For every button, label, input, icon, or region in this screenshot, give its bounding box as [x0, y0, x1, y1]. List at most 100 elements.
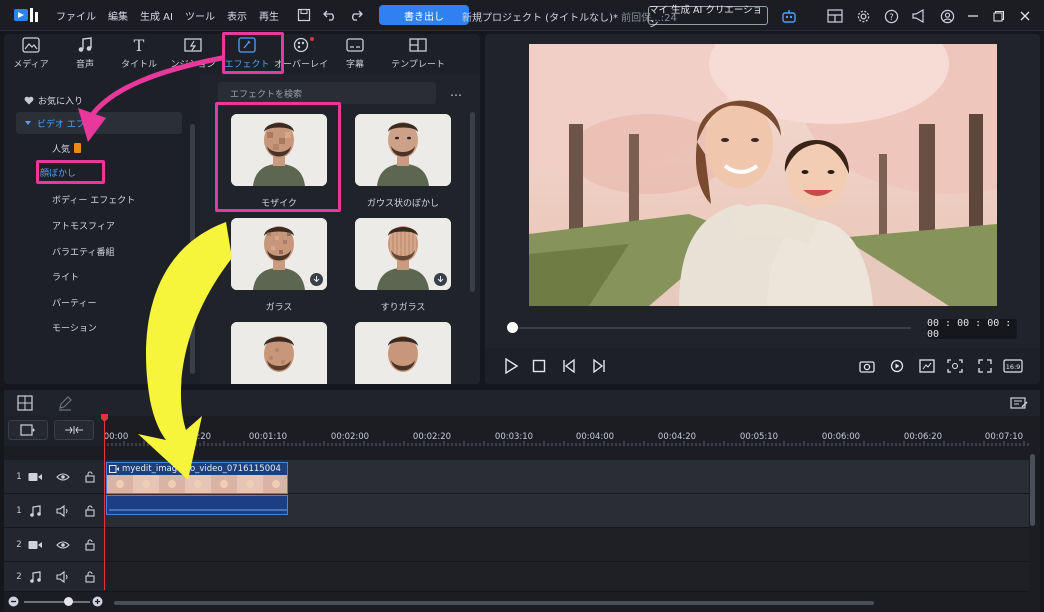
close-icon[interactable] — [1012, 3, 1038, 29]
download-icon[interactable] — [434, 273, 447, 286]
effects-search-input[interactable]: エフェクトを検索 — [218, 82, 436, 104]
previous-frame-icon[interactable] — [557, 354, 581, 378]
save-icon[interactable] — [291, 2, 317, 28]
category-body-effects-label: ボディー エフェクト — [52, 195, 136, 206]
ai-creation-button[interactable]: マイ 生成 AI クリエーション — [648, 5, 768, 30]
timeline-horizontal-scrollbar[interactable] — [114, 601, 874, 605]
fit-timeline-button[interactable] — [54, 420, 94, 440]
fullscreen-icon[interactable] — [973, 354, 997, 378]
category-body-effects[interactable]: ボディー エフェクト — [52, 188, 182, 210]
lock-icon[interactable] — [77, 534, 104, 556]
effect-frosted-glass[interactable]: すりガラス — [348, 218, 458, 313]
aspect-ratio-icon[interactable]: 16:9 — [1001, 354, 1025, 378]
account-icon[interactable] — [933, 3, 961, 29]
export-button[interactable]: 書き出し — [378, 5, 469, 25]
video-clip[interactable]: myedit_image_to_video_0716115004 — [106, 462, 288, 494]
effects-scrollbar[interactable] — [470, 112, 475, 292]
speaker-icon[interactable] — [49, 566, 76, 588]
speaker-icon[interactable] — [49, 500, 76, 522]
lock-icon[interactable] — [77, 500, 104, 522]
menu-gen-ai[interactable]: 生成 AI — [134, 8, 179, 23]
playhead[interactable] — [104, 414, 105, 590]
tab-title-label: タイトル — [120, 60, 157, 70]
category-favorites[interactable]: お気に入り — [24, 89, 204, 111]
preview-quality-icon[interactable] — [915, 354, 939, 378]
add-track-button[interactable] — [8, 420, 48, 440]
tab-template-label: テンプレート — [391, 60, 445, 70]
menu-edit[interactable]: 編集 — [102, 8, 134, 23]
music-note-icon[interactable] — [22, 500, 49, 522]
minimize-icon[interactable] — [960, 3, 986, 29]
lock-icon[interactable] — [77, 466, 104, 488]
category-party[interactable]: パーティー — [52, 291, 182, 313]
preview-progress-track[interactable] — [509, 327, 911, 329]
menu-file[interactable]: ファイル — [50, 8, 102, 23]
tab-transition[interactable]: ンジション — [166, 34, 220, 74]
track-lane-audio-2[interactable] — [104, 562, 1029, 592]
robot-icon[interactable] — [775, 3, 803, 29]
category-light[interactable]: ライト — [52, 265, 182, 287]
maximize-icon[interactable] — [986, 3, 1012, 29]
layout-icon[interactable] — [821, 3, 849, 29]
track-lane-video-1[interactable]: myedit_image_to_video_0716115004 — [104, 460, 1029, 494]
video-camera-icon[interactable] — [22, 466, 49, 488]
eye-icon[interactable] — [49, 534, 76, 556]
preview-progress-knob[interactable] — [507, 322, 518, 333]
category-motion[interactable]: モーション — [52, 316, 182, 338]
category-video-effects[interactable]: ビデオ エフェ — [16, 112, 182, 134]
undo-icon[interactable] — [317, 2, 343, 28]
effect-item-6[interactable] — [348, 322, 458, 384]
timeline-ruler[interactable]: 00:00 00:00:20 00:01:10 00:02:00 00:02:2… — [104, 416, 1029, 446]
stop-icon[interactable] — [527, 354, 551, 378]
track-lane-video-2[interactable] — [104, 528, 1029, 562]
category-popular[interactable]: 人気 — [52, 137, 182, 159]
eye-icon[interactable] — [49, 466, 76, 488]
tab-media-label: メディア — [13, 60, 49, 70]
timeline-grid-icon[interactable] — [14, 392, 36, 414]
playback-mode-icon[interactable] — [885, 354, 909, 378]
lock-icon[interactable] — [77, 566, 104, 588]
play-icon[interactable] — [499, 354, 523, 378]
ruler-label: 00:04:00 — [575, 432, 615, 442]
redo-icon[interactable] — [343, 2, 369, 28]
snapshot-camera-icon[interactable] — [855, 354, 879, 378]
transition-icon — [182, 35, 204, 55]
category-scrollbar[interactable] — [190, 124, 195, 374]
media-icon — [20, 35, 42, 55]
gear-icon[interactable] — [849, 3, 877, 29]
megaphone-icon[interactable] — [905, 3, 933, 29]
tab-media[interactable]: メディア — [4, 34, 58, 74]
timeline-settings-icon[interactable] — [1008, 392, 1030, 414]
zoom-fit-icon[interactable] — [943, 354, 967, 378]
tab-title[interactable]: T タイトル — [112, 34, 166, 74]
video-camera-icon[interactable] — [22, 534, 49, 556]
menu-view[interactable]: 表示 — [221, 8, 253, 23]
music-note-icon[interactable] — [22, 566, 49, 588]
tab-subtitle[interactable]: 字幕 — [328, 34, 382, 74]
tab-audio[interactable]: 音声 — [58, 34, 112, 74]
preview-panel: 00 : 00 : 00 : 00 16:9 — [485, 34, 1040, 384]
effect-gaussian-blur[interactable]: ガウス状のぼかし — [348, 114, 458, 209]
track-lane-audio-1[interactable] — [104, 494, 1029, 528]
help-icon[interactable]: ? — [877, 3, 905, 29]
download-icon[interactable] — [310, 273, 323, 286]
next-frame-icon[interactable] — [587, 354, 611, 378]
effect-item-5[interactable] — [224, 322, 334, 384]
category-variety[interactable]: バラエティ番組 — [52, 240, 182, 262]
timeline-vertical-scrollbar[interactable] — [1030, 454, 1035, 526]
pen-edit-icon[interactable] — [54, 392, 76, 414]
category-atmosphere[interactable]: アトモスフィア — [52, 214, 182, 236]
tab-template[interactable]: テンプレート — [382, 34, 454, 74]
category-list: お気に入り ビデオ エフェ 人気 顔ぼかし ボディー エフェクト アトモスフィア… — [4, 74, 200, 384]
ruler-label: 00:02:20 — [412, 432, 452, 442]
zoom-in-icon[interactable] — [92, 596, 103, 610]
audio-clip[interactable] — [106, 495, 288, 515]
menu-play[interactable]: 再生 — [253, 8, 285, 23]
more-options-icon[interactable]: … — [444, 82, 468, 104]
highlight-effects-tab — [222, 32, 284, 74]
effect-glass[interactable]: ガラス — [224, 218, 334, 313]
zoom-slider-track[interactable] — [24, 601, 90, 603]
menu-tools[interactable]: ツール — [179, 8, 221, 23]
zoom-slider-knob[interactable] — [64, 597, 73, 606]
zoom-out-icon[interactable] — [8, 596, 19, 610]
